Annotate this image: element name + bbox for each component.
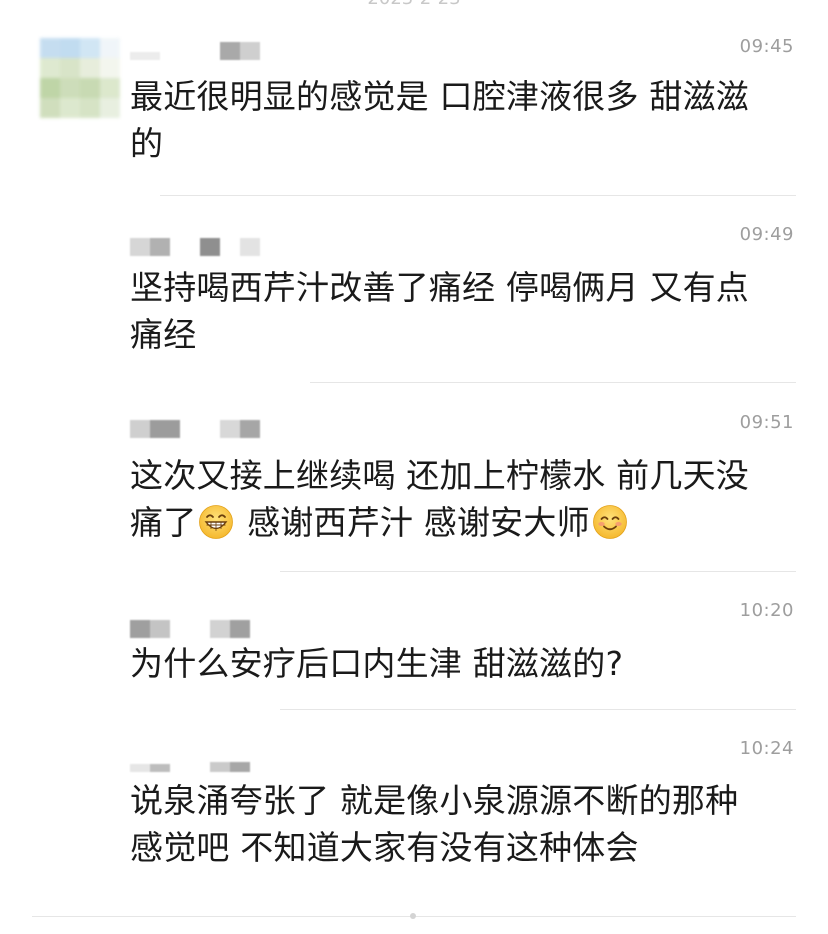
avatar[interactable] [40,38,120,118]
message-time: 09:45 [739,36,794,57]
message-time: 10:20 [739,600,794,621]
message-text[interactable]: 为什么安疗后口内生津 甜滋滋的? [130,640,790,687]
load-more-indicator [410,913,416,919]
message-line: 感觉吧 不知道大家有没有这种体会 [130,828,639,867]
grinning-face-icon [199,505,234,539]
message-line: 为什么安疗后口内生津 甜滋滋的? [130,644,624,683]
message-line: 坚持喝西芹汁改善了痛经 停喝俩月 又有点 [130,268,749,307]
message-line: 这次又接上继续喝 还加上柠檬水 前几天没 [130,456,749,495]
message-time: 09:51 [739,412,794,433]
message-time: 09:49 [739,224,794,245]
sender-name-redacted [130,418,260,438]
message-text[interactable]: 最近很明显的感觉是 口腔津液很多 甜滋滋 的 [130,73,790,167]
divider [280,571,796,572]
sender-name-redacted [130,40,260,60]
divider [160,195,796,196]
smiling-face-icon [592,505,627,539]
message-time: 10:24 [739,738,794,759]
divider [310,382,796,383]
chat-screen: 2023-2-23 09:45 最近很明显的感觉是 口腔津液很多 甜滋滋 的 [0,0,828,934]
message-line-segment: 痛了 [130,503,197,542]
sender-name-redacted [130,752,250,772]
message-text[interactable]: 坚持喝西芹汁改善了痛经 停喝俩月 又有点 痛经 [130,264,790,358]
date-header: 2023-2-23 [0,0,828,9]
message-line-segment: 感谢西芹汁 感谢安大师 [236,503,590,542]
message-text[interactable]: 这次又接上继续喝 还加上柠檬水 前几天没 痛了 感谢西芹汁 感谢安大师 [130,452,790,546]
message-line: 的 [130,124,164,163]
message-line: 说泉涌夸张了 就是像小泉源源不断的那种 [130,781,739,820]
sender-name-redacted [130,236,260,256]
message-line: 最近很明显的感觉是 口腔津液很多 甜滋滋 [130,77,749,116]
message-line: 痛经 [130,315,197,354]
message-line: 痛了 感谢西芹汁 感谢安大师 [130,499,790,546]
message-text[interactable]: 说泉涌夸张了 就是像小泉源源不断的那种 感觉吧 不知道大家有没有这种体会 [130,777,790,871]
sender-name-redacted [130,618,250,638]
divider [280,709,796,710]
